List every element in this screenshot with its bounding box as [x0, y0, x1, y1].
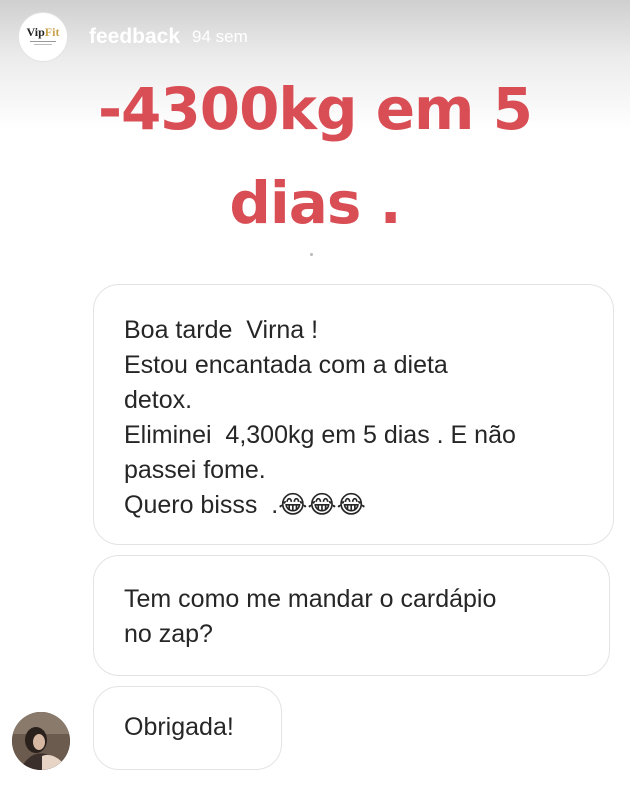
vipfit-logo: VipFit [26, 24, 60, 39]
message-line: detox. [124, 386, 193, 414]
message-line: Obrigada! [124, 713, 234, 741]
sender-avatar-photo [12, 712, 70, 770]
divider-dot [310, 253, 313, 256]
story-timestamp: 94 sem [192, 27, 248, 46]
message-bubble: Boa tarde Virna ! Estou encantada com a … [93, 284, 614, 545]
story-title-line-1: -4300kg em 5 [97, 75, 533, 143]
logo-underline [30, 40, 56, 42]
message-line: Eliminei 4,300kg em 5 dias . E não [124, 421, 516, 449]
message-bubble: Tem como me mandar o cardápio no zap? [93, 555, 610, 676]
message-line: passei fome. [124, 456, 266, 484]
message-bubble: Obrigada! [93, 686, 282, 770]
message-line: Estou encantada com a dieta [124, 351, 448, 379]
story-title-line-2: dias . [229, 169, 401, 237]
profile-avatar[interactable]: VipFit [18, 12, 68, 62]
logo-underline-small [34, 43, 52, 45]
story-title: -4300kg em 5 dias . [0, 62, 630, 250]
message-line: Boa tarde Virna ! [124, 316, 319, 344]
message-line: no zap? [124, 620, 213, 648]
message-line: Tem como me mandar o cardápio [124, 585, 497, 613]
message-line-with-emoji: Quero bisss .😂😂😂 [124, 491, 366, 519]
sender-avatar[interactable] [12, 712, 70, 770]
story-header: VipFit feedback 94 sem [18, 12, 248, 62]
story-username[interactable]: feedback [89, 25, 180, 49]
